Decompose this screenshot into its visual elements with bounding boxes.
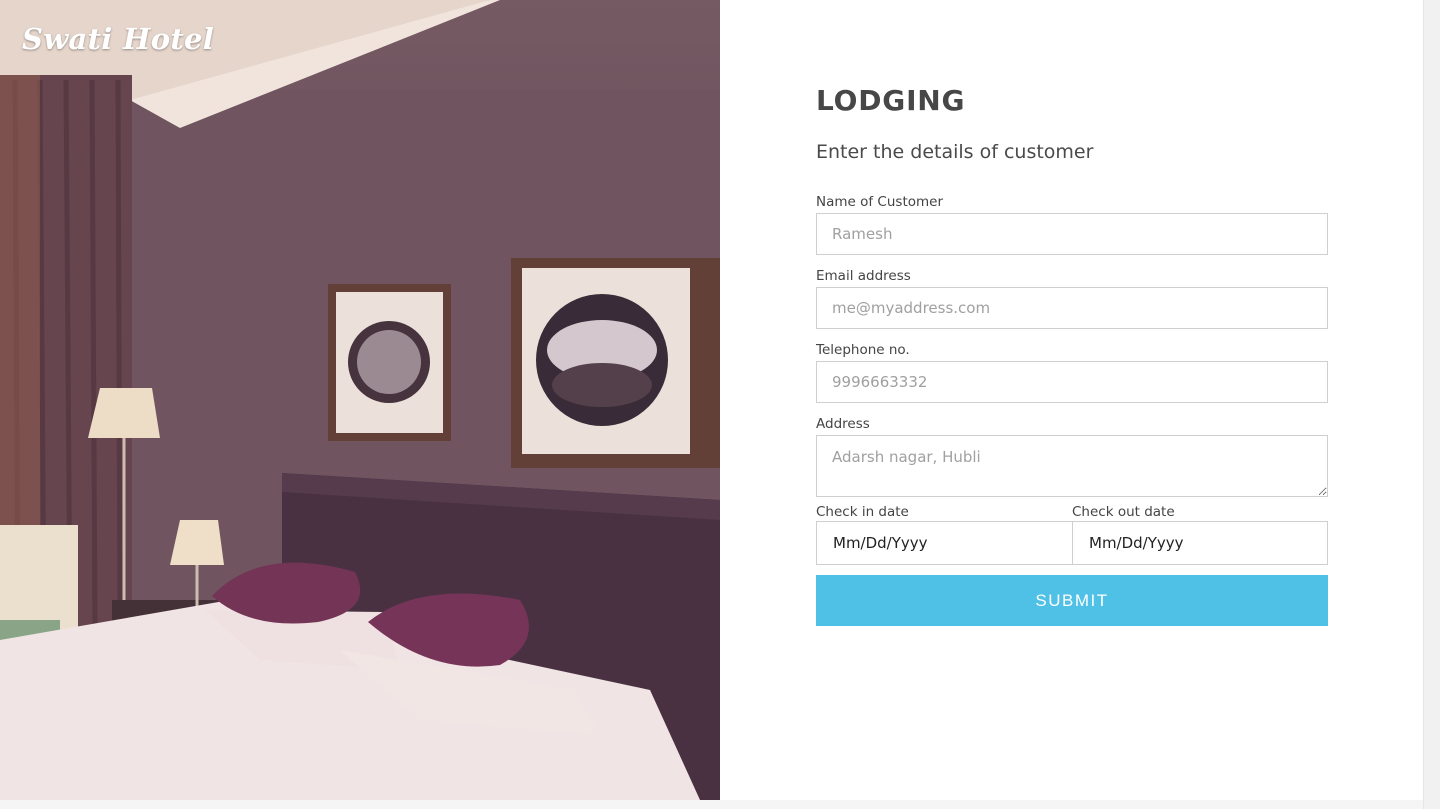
email-label: Email address bbox=[816, 268, 911, 284]
email-input[interactable] bbox=[816, 287, 1328, 329]
check-out-date-input[interactable]: Mm/Dd/Yyyy bbox=[1072, 521, 1328, 565]
brand-logo: Swati Hotel bbox=[22, 22, 215, 56]
check-out-label: Check out date bbox=[1072, 504, 1175, 520]
hotel-room-photo: Swati Hotel bbox=[0, 0, 720, 800]
customer-name-input[interactable] bbox=[816, 213, 1328, 255]
form-subtitle: Enter the details of customer bbox=[816, 141, 1094, 163]
room-illustration bbox=[0, 0, 720, 800]
page-title: LODGING bbox=[816, 84, 966, 117]
customer-name-label: Name of Customer bbox=[816, 194, 943, 210]
check-in-label: Check in date bbox=[816, 504, 909, 520]
address-label: Address bbox=[816, 416, 870, 432]
check-out-date-value: Mm/Dd/Yyyy bbox=[1089, 534, 1184, 552]
telephone-label: Telephone no. bbox=[816, 342, 910, 358]
vertical-scrollbar[interactable] bbox=[1423, 0, 1440, 809]
address-textarea[interactable] bbox=[816, 435, 1328, 497]
horizontal-scrollbar-track[interactable] bbox=[0, 800, 1423, 809]
telephone-input[interactable] bbox=[816, 361, 1328, 403]
check-in-date-input[interactable]: Mm/Dd/Yyyy bbox=[816, 521, 1073, 565]
check-in-date-value: Mm/Dd/Yyyy bbox=[833, 534, 928, 552]
submit-button[interactable]: SUBMIT bbox=[816, 575, 1328, 626]
